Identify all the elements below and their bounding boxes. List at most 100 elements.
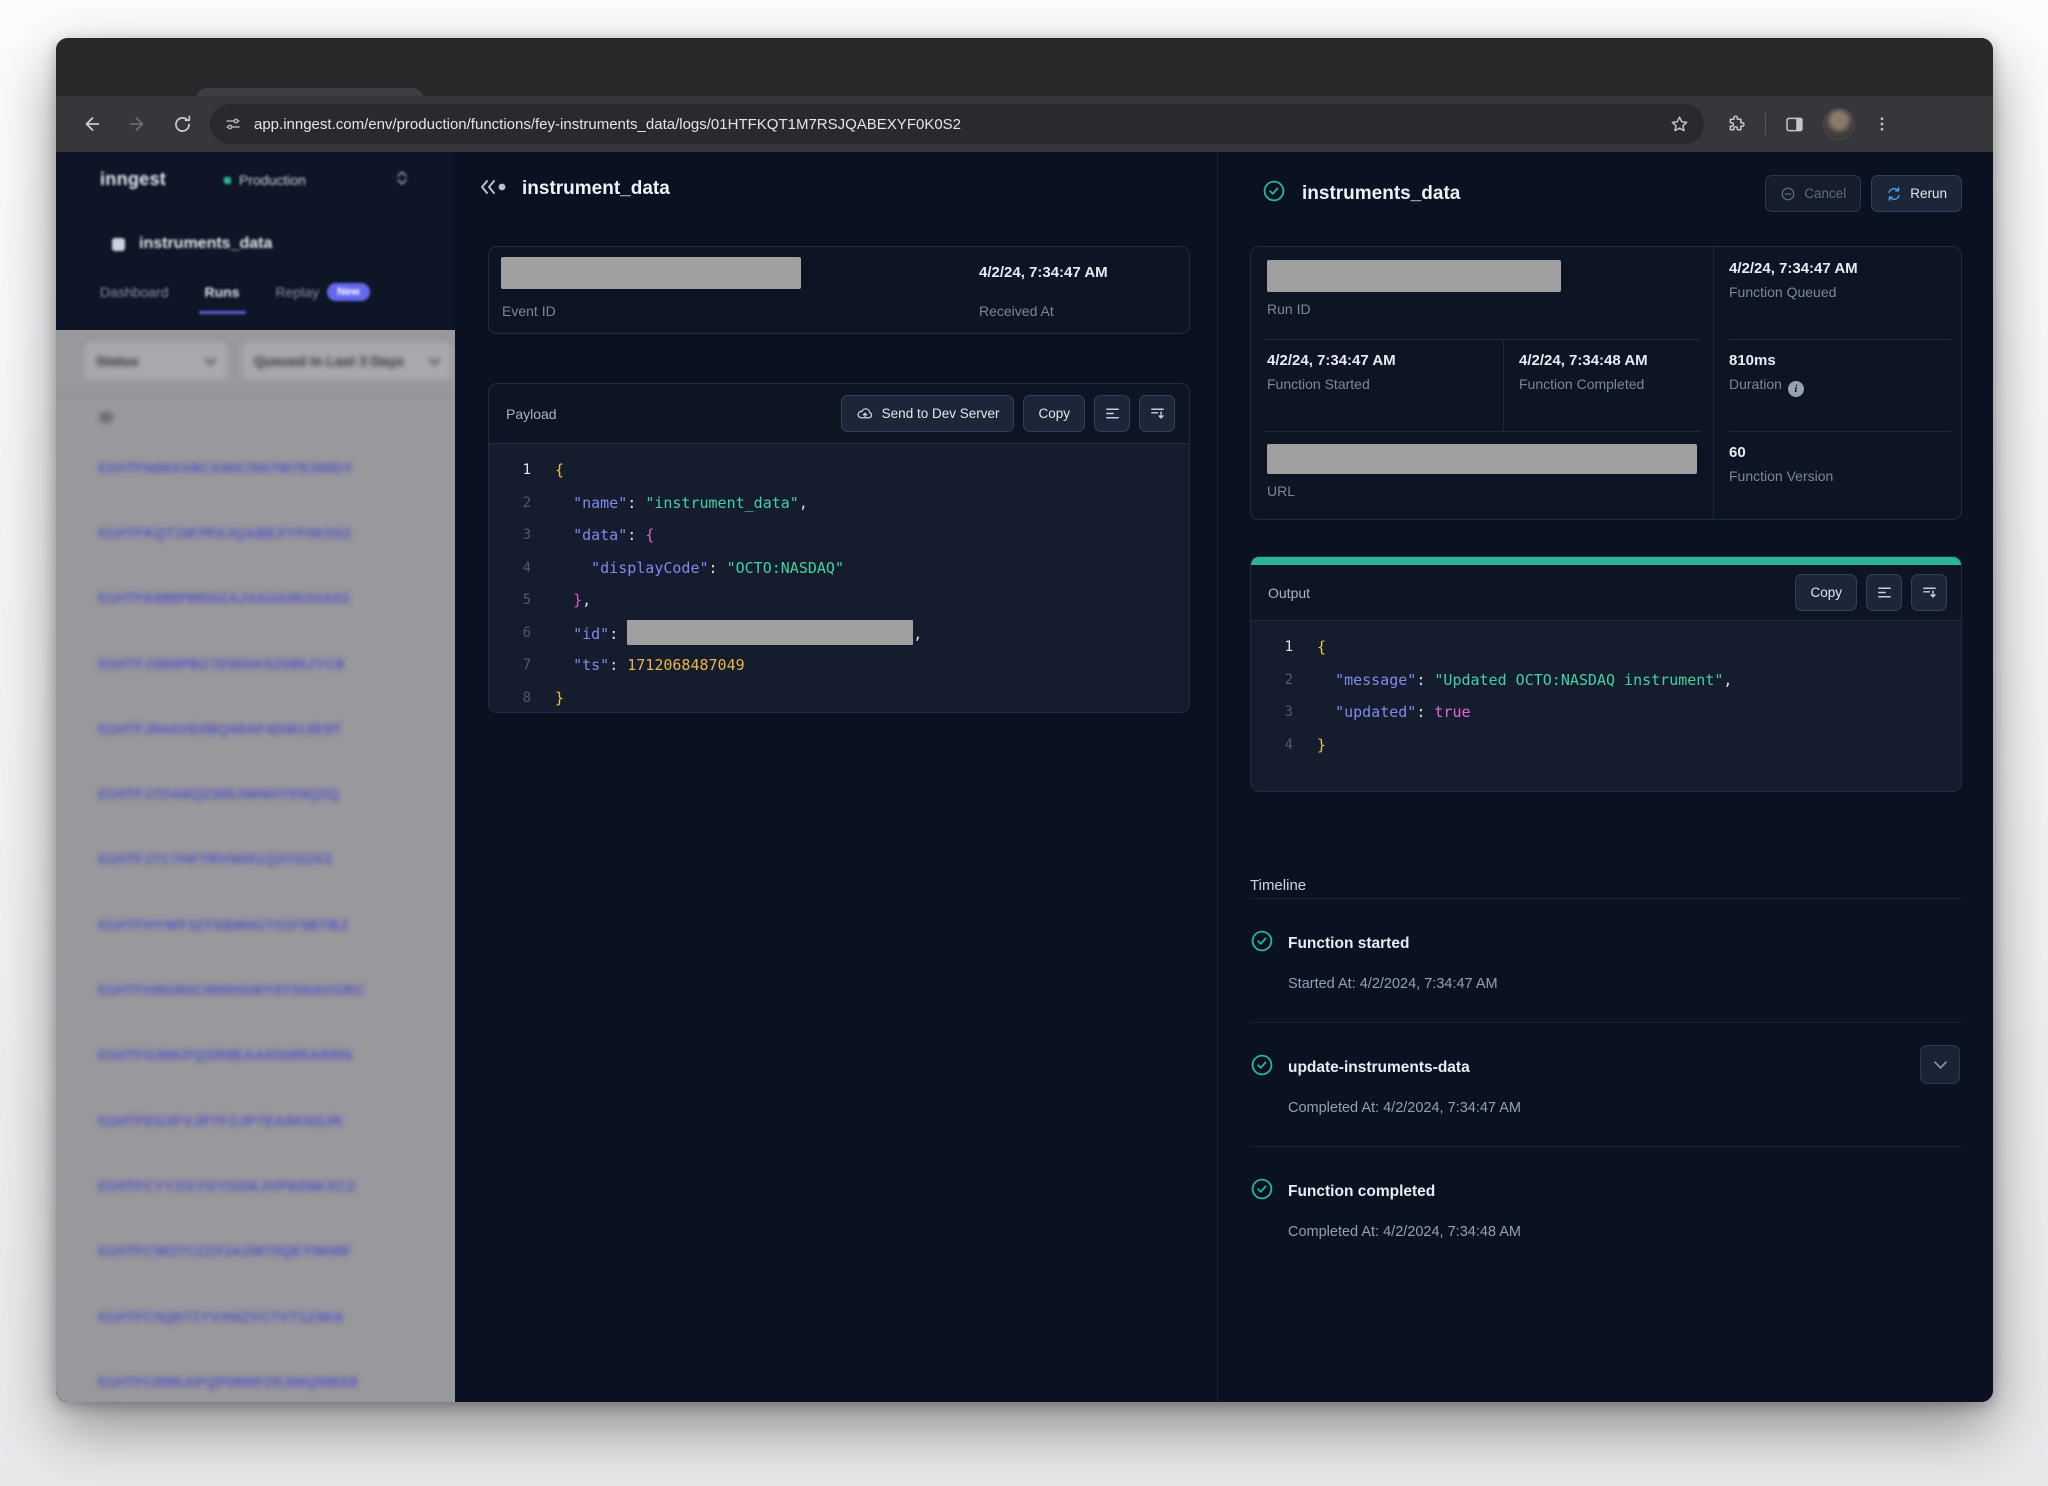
environment-expander-icon[interactable] xyxy=(396,170,408,191)
output-title: Output xyxy=(1268,585,1795,601)
event-title: instrument_data xyxy=(522,178,670,200)
url-bar[interactable]: app.inngest.com/env/production/functions… xyxy=(210,104,1704,144)
side-panel-icon[interactable] xyxy=(1784,114,1805,135)
expand-step-chevron-icon[interactable] xyxy=(1920,1045,1960,1084)
timeline-entry: Function startedStarted At: 4/2/2024, 7:… xyxy=(1250,899,1962,1023)
back-icon[interactable] xyxy=(80,112,104,136)
run-id-link[interactable]: 01HTFG38KPQSR9EAA9308RARRN xyxy=(56,1024,455,1089)
run-id-link[interactable]: 01HTFJ7C7HF7RVN051Q3YD2S3 xyxy=(56,828,455,893)
timeline-entry-title: Function completed xyxy=(1288,1183,1435,1201)
run-id-link[interactable]: 01HTFCW27CZ2X3AZM75QEYNH8F xyxy=(56,1220,455,1285)
extensions-icon[interactable] xyxy=(1726,114,1747,135)
step-success-check-icon xyxy=(1250,1177,1274,1206)
chevron-down-icon xyxy=(205,358,216,365)
status-filter[interactable]: Status xyxy=(84,342,228,380)
code-line: 4 "displayCode": "OCTO:NASDAQ" xyxy=(489,552,1189,585)
scroll-to-bottom-icon[interactable] xyxy=(1911,574,1947,611)
profile-avatar[interactable] xyxy=(1823,108,1855,140)
run-id-link[interactable]: 01HTFKQT1M7RSJQABEXYF0K0S2 xyxy=(56,501,455,566)
code-line: 7 "ts": 1712068487049 xyxy=(489,649,1189,682)
line-number: 3 xyxy=(489,527,531,543)
word-wrap-icon[interactable] xyxy=(1094,395,1130,432)
code-line: 6 "id": , xyxy=(489,617,1189,650)
forward-icon[interactable] xyxy=(125,112,149,136)
run-id-link[interactable]: 01HTFJ94AVE0BQ48AF4DM13E9T xyxy=(56,697,455,762)
run-id-label: Run ID xyxy=(1267,301,1311,317)
function-header: instruments_data xyxy=(112,235,272,253)
timeline-entry: Function completedCompleted At: 4/2/2024… xyxy=(1250,1147,1962,1240)
run-id-list: 01HTFN86XV8CXWS7657W7E3WDY01HTFKQT1M7RSJ… xyxy=(56,436,455,1402)
run-id-link[interactable]: 01HTFH9GR0CWNHSWY8TSNAVGRC xyxy=(56,958,455,1023)
chevron-down-icon xyxy=(429,358,440,365)
bookmark-star-icon[interactable] xyxy=(1669,114,1690,135)
code-line: 8} xyxy=(489,682,1189,713)
browser-toolbar: app.inngest.com/env/production/functions… xyxy=(56,96,1993,152)
site-settings-icon[interactable] xyxy=(224,115,242,133)
run-id-link[interactable]: 01HTFJ7DA6Q2385JWNHYE8Q2Q xyxy=(56,762,455,827)
run-id-link[interactable]: 01HTFCYYZGYGYGDKJVP82NKXC2 xyxy=(56,1154,455,1219)
event-id-label: Event ID xyxy=(502,303,556,319)
line-number: 1 xyxy=(489,462,531,478)
output-card: Output Copy 1{2 "message": "Updated OCTO… xyxy=(1250,556,1962,792)
timeline: Function startedStarted At: 4/2/2024, 7:… xyxy=(1250,899,1962,1240)
payload-title: Payload xyxy=(506,406,841,422)
new-badge: New xyxy=(327,283,370,301)
list-divider xyxy=(56,394,455,395)
timeline-entry: update-instruments-data Completed At: 4/2… xyxy=(1250,1023,1962,1147)
scroll-to-bottom-icon[interactable] xyxy=(1139,395,1175,432)
duration-cell: 810ms Durationi xyxy=(1713,339,1963,431)
event-id-card: Event ID 4/2/24, 7:34:47 AM Received At xyxy=(488,246,1190,334)
output-copy-button[interactable]: Copy xyxy=(1795,574,1857,611)
code-line: 2 "name": "instrument_data", xyxy=(489,487,1189,520)
event-panel: instrument_data Event ID 4/2/24, 7:34:47… xyxy=(455,152,1218,1402)
payload-code[interactable]: 1{2 "name": "instrument_data",3 "data": … xyxy=(489,444,1189,712)
run-id-link[interactable]: 01HTFN86XV8CXWS7657W7E3WDY xyxy=(56,436,455,501)
info-icon[interactable]: i xyxy=(1788,381,1804,397)
line-number: 5 xyxy=(489,592,531,608)
run-title: instruments_data xyxy=(1302,183,1460,205)
run-id-link[interactable]: 01HTFHYWF32TSB9HGT01F5BTBJ xyxy=(56,893,455,958)
tab-replay[interactable]: ReplayNew xyxy=(276,284,370,314)
code-line: 5 }, xyxy=(489,584,1189,617)
run-id-link[interactable]: 01HTFEG3FVJP7FZJP7EA5KN3JR xyxy=(56,1089,455,1154)
timeline-entry-subtitle: Completed At: 4/2/2024, 7:34:47 AM xyxy=(1288,1100,1962,1116)
word-wrap-icon[interactable] xyxy=(1866,574,1902,611)
line-number: 8 xyxy=(489,690,531,706)
timeline-title: Timeline xyxy=(1250,877,1306,894)
environment-name: Production xyxy=(239,172,306,188)
send-to-dev-server-button[interactable]: Send to Dev Server xyxy=(841,395,1015,432)
reload-icon[interactable] xyxy=(170,112,194,136)
output-code[interactable]: 1{2 "message": "Updated OCTO:NASDAQ inst… xyxy=(1251,621,1961,791)
app-content: inngest Production instruments_data Dash… xyxy=(56,152,1993,1402)
payload-card: Payload Send to Dev Server Copy xyxy=(488,383,1190,713)
function-started-cell: 4/2/24, 7:34:47 AM Function Started xyxy=(1251,339,1503,431)
tab-dashboard[interactable]: Dashboard xyxy=(100,284,169,314)
code-line: 3 "updated": true xyxy=(1251,696,1961,729)
success-check-icon xyxy=(1262,179,1286,208)
success-accent-bar xyxy=(1251,557,1961,565)
run-id-link[interactable]: 01HTFKMBPMD0ZAJ4AG04K03A02 xyxy=(56,567,455,632)
line-number: 2 xyxy=(489,495,531,511)
run-id-link[interactable]: 01HTFC5Q07ZYVXNZVC7VT1Z4K6 xyxy=(56,1285,455,1350)
browser-menu-kebab-icon[interactable] xyxy=(1873,115,1891,133)
cancel-icon xyxy=(1780,186,1796,202)
rerun-button[interactable]: Rerun xyxy=(1871,175,1962,212)
browser-titlebar: Inngest Cloud ✕ + xyxy=(56,38,1993,96)
tab-runs[interactable]: Runs xyxy=(205,284,240,314)
time-range-filter[interactable]: Queued in Last 3 Days xyxy=(242,342,452,380)
function-name: instruments_data xyxy=(139,235,272,253)
cloud-upload-icon xyxy=(856,405,874,423)
cancel-button[interactable]: Cancel xyxy=(1765,175,1861,212)
timeline-entry-title: update-instruments-data xyxy=(1288,1059,1470,1077)
payload-copy-button[interactable]: Copy xyxy=(1023,395,1085,432)
environment-selector[interactable]: Production xyxy=(224,172,306,188)
run-id-link[interactable]: 01HTFCR9KAPQP0R8PZK3MQNMX8 xyxy=(56,1350,455,1402)
inngest-logo[interactable]: inngest xyxy=(100,169,166,190)
received-at-label: Received At xyxy=(979,303,1054,319)
code-line: 1{ xyxy=(1251,631,1961,664)
line-number: 6 xyxy=(489,625,531,641)
redacted-value xyxy=(627,620,913,645)
run-id-link[interactable]: 01HTFJ3B9PBZ7EWGK5Z086JYC8 xyxy=(56,632,455,697)
browser-window: Inngest Cloud ✕ + app.innge xyxy=(56,38,1993,1402)
timeline-entry-subtitle: Started At: 4/2/2024, 7:34:47 AM xyxy=(1288,976,1962,992)
